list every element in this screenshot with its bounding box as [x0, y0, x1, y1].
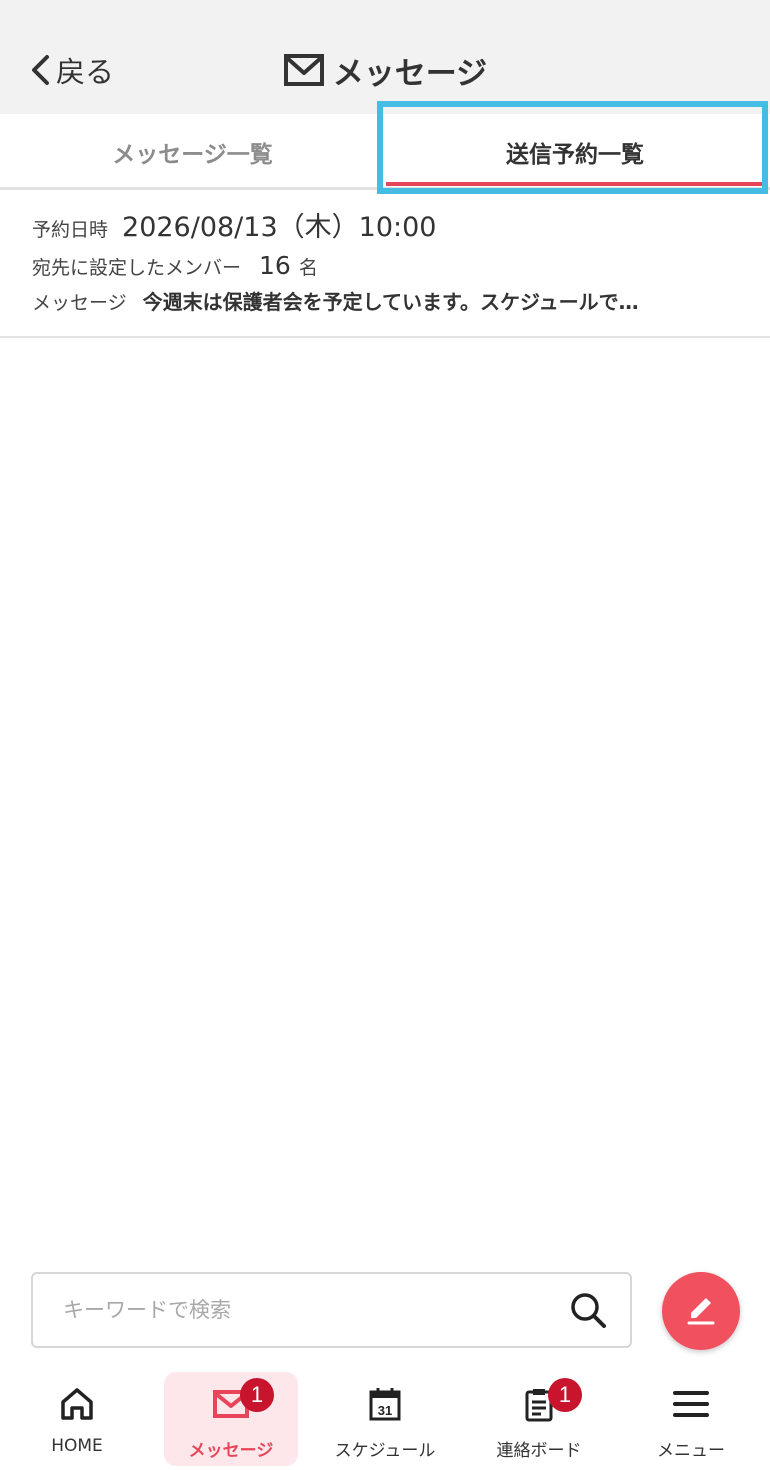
recipients-row: 宛先に設定したメンバー 16 名 — [32, 251, 318, 280]
nav-board[interactable]: 1 連絡ボード — [472, 1372, 606, 1466]
message-row: メッセージ 今週末は保護者会を予定しています。スケジュールで… — [32, 286, 715, 315]
tab-message-list[interactable]: メッセージ一覧 — [0, 114, 385, 190]
hamburger-icon — [673, 1391, 709, 1417]
message-label: メッセージ — [32, 292, 127, 314]
message-preview: 今週末は保護者会を予定しています。スケジュールで… — [142, 290, 639, 314]
schedule-date-row: 予約日時 2026/08/13（木）10:00 — [32, 205, 436, 244]
calendar-day-text: 31 — [378, 1403, 392, 1418]
nav-menu-label: メニュー — [657, 1441, 725, 1461]
nav-home-label: HOME — [51, 1436, 103, 1456]
search-input[interactable] — [63, 1280, 560, 1340]
tab-scheduled-list[interactable]: 送信予約一覧 — [385, 114, 765, 190]
notification-badge: 1 — [548, 1378, 582, 1412]
pencil-icon — [687, 1298, 715, 1325]
page-title-text: メッセージ — [332, 55, 488, 92]
tab-bar: メッセージ一覧 送信予約一覧 — [0, 114, 770, 190]
page-title: メッセージ — [0, 48, 770, 92]
active-tab-indicator — [386, 182, 762, 186]
mail-icon — [283, 54, 324, 86]
nav-schedule-label: スケジュール — [334, 1441, 436, 1461]
compose-button[interactable] — [662, 1272, 740, 1350]
nav-board-label: 連絡ボード — [496, 1441, 582, 1461]
nav-messages[interactable]: 1 メッセージ — [164, 1372, 298, 1466]
nav-messages-label: メッセージ — [188, 1441, 274, 1461]
recipients-unit: 名 — [298, 257, 318, 279]
nav-menu[interactable]: メニュー — [628, 1372, 754, 1466]
scheduled-message-item[interactable]: 予約日時 2026/08/13（木）10:00 宛先に設定したメンバー 16 名… — [0, 193, 770, 338]
search-box — [31, 1272, 632, 1348]
recipients-label: 宛先に設定したメンバー — [32, 257, 242, 279]
search-icon — [571, 1293, 606, 1328]
home-icon — [61, 1388, 93, 1420]
calendar-icon: 31 — [369, 1388, 401, 1421]
search-button[interactable] — [560, 1282, 616, 1338]
app-header: 戻る メッセージ — [0, 0, 770, 114]
nav-schedule[interactable]: 31 スケジュール — [318, 1372, 452, 1466]
nav-home[interactable]: HOME — [16, 1372, 138, 1466]
bottom-nav: HOME 1 メッセージ 31 スケジュール 1 連絡ボード メニュー — [0, 1368, 770, 1470]
notification-badge: 1 — [240, 1378, 274, 1412]
schedule-date-value: 2026/08/13（木）10:00 — [122, 212, 437, 243]
schedule-date-label: 予約日時 — [32, 219, 109, 241]
recipients-count: 16 — [259, 251, 291, 280]
